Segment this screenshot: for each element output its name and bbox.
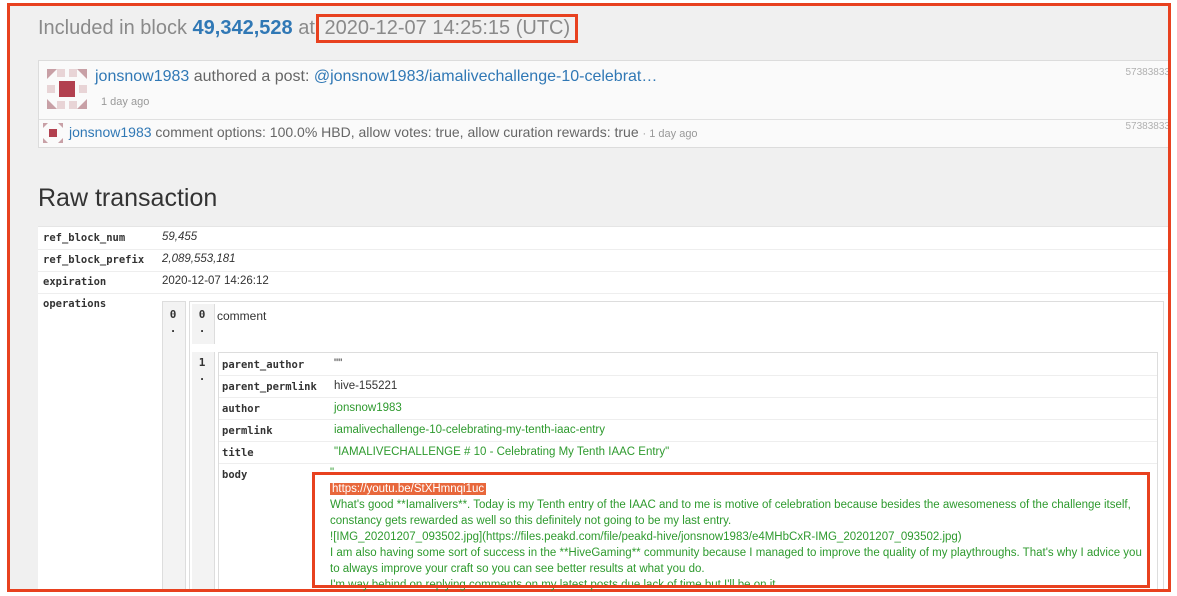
feed-age: · 1 day ago (642, 128, 698, 140)
raw-transaction-title: Raw transaction (38, 184, 218, 212)
key-author: author (222, 403, 260, 415)
feed-action: comment options: 100.0% HBD, allow votes… (151, 124, 639, 140)
field-author: author jonsnow1983 (219, 397, 1157, 420)
feed-post-line: jonsnow1983 authored a post: @jonsnow198… (95, 68, 657, 86)
row-ref-block-prefix: ref_block_prefix 2,089,553,181 (38, 249, 1168, 272)
feed-post-link[interactable]: @jonsnow1983/iamalivechallenge-10-celebr… (314, 68, 658, 85)
header-prefix: Included in block (38, 17, 193, 39)
key-parent-author: parent_author (222, 359, 305, 371)
field-permlink: permlink iamalivechallenge-10-celebratin… (219, 419, 1157, 442)
field-title: title "IAMALIVECHALLENGE # 10 - Celebrat… (219, 441, 1157, 464)
op-sub-index-column: 1 . (192, 352, 215, 589)
operations-index-column: 0 . (162, 301, 186, 589)
block-number-link[interactable]: 49,342,528 (193, 17, 293, 39)
key-ref-block-num: ref_block_num (43, 232, 126, 244)
value-author: jonsnow1983 (334, 402, 402, 414)
key-permlink: permlink (222, 425, 273, 437)
operations-feed: jonsnow1983 authored a post: @jonsnow198… (38, 60, 1170, 148)
body-highlight-box (312, 472, 1150, 588)
key-title: title (222, 447, 254, 459)
avatar-identicon[interactable] (47, 69, 87, 109)
op-sub-index-column: 0 . (192, 304, 215, 344)
value-ref-block-prefix: 2,089,553,181 (162, 253, 236, 265)
feed-user-link[interactable]: jonsnow1983 (95, 68, 189, 85)
value-parent-author: "" (334, 358, 343, 370)
key-body: body (222, 469, 248, 481)
avatar-identicon-small[interactable] (43, 123, 63, 143)
field-parent-permlink: parent_permlink hive-155221 (219, 375, 1157, 398)
feed-comment-options-line: jonsnow1983 comment options: 100.0% HBD,… (69, 124, 698, 140)
value-parent-permlink: hive-155221 (334, 380, 398, 392)
op-type: comment (217, 309, 267, 323)
field-parent-author: parent_author "" (219, 353, 1157, 376)
block-header: Included in block 49,342,528 at 2020-12-… (38, 14, 579, 43)
feed-item-post: jonsnow1983 authored a post: @jonsnow198… (39, 61, 1170, 120)
block-timestamp: 2020-12-07 14:25:15 (UTC) (316, 14, 579, 43)
value-permlink: iamalivechallenge-10-celebrating-my-tent… (334, 424, 606, 436)
key-parent-permlink: parent_permlink (222, 381, 317, 393)
op-id: 57383833 (1125, 121, 1170, 132)
row-ref-block-num: ref_block_num 59,455 (38, 227, 1168, 250)
op-sub-index-dot: . (198, 370, 206, 383)
op-id: 57383833 (1125, 67, 1170, 78)
feed-user-link[interactable]: jonsnow1983 (69, 124, 152, 140)
key-ref-block-prefix: ref_block_prefix (43, 254, 145, 266)
key-operations: operations (43, 298, 107, 310)
op-index-dot: . (169, 322, 177, 335)
row-expiration: expiration 2020-12-07 14:26:12 (38, 271, 1168, 294)
feed-age: 1 day ago (101, 96, 150, 108)
value-title: "IAMALIVECHALLENGE # 10 - Celebrating My… (334, 446, 670, 458)
value-expiration: 2020-12-07 14:26:12 (162, 275, 269, 287)
op-sub-index-dot: . (198, 322, 206, 335)
value-ref-block-num: 59,455 (162, 231, 198, 243)
feed-item-comment-options: jonsnow1983 comment options: 100.0% HBD,… (39, 119, 1170, 146)
key-expiration: expiration (43, 276, 107, 288)
feed-action: authored a post: (189, 68, 314, 85)
